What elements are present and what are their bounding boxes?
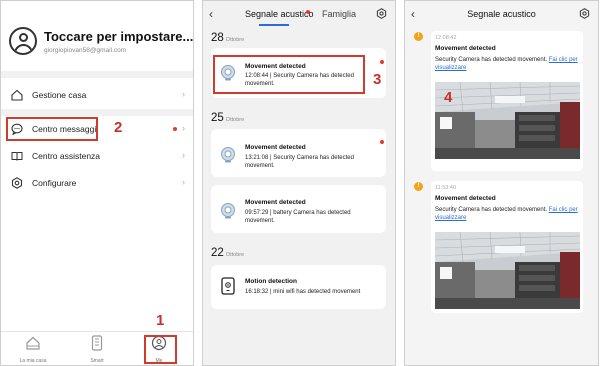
message-title: Movement detected bbox=[245, 199, 306, 206]
tab-segnale-acustico[interactable]: Segnale acustico bbox=[245, 9, 314, 19]
camera-snapshot[interactable] bbox=[435, 232, 580, 309]
chevron-right-icon: › bbox=[182, 123, 185, 133]
date-month: Ottobre bbox=[225, 252, 245, 258]
profile-header[interactable]: Toccare per impostare... giorgiopiovan58… bbox=[9, 27, 193, 55]
unread-dot bbox=[380, 60, 384, 64]
page-title: Segnale acustico bbox=[467, 9, 536, 19]
unread-dot bbox=[380, 140, 384, 144]
top-bar: ‹ Segnale acustico Famiglia bbox=[203, 1, 395, 27]
message-center-screen: ‹ Segnale acustico Famiglia 28 Ottobre Mo… bbox=[202, 0, 396, 366]
chevron-right-icon: › bbox=[182, 150, 185, 160]
notice-time: 12:08:42 bbox=[435, 35, 457, 41]
camera-icon bbox=[221, 203, 235, 219]
message-body: 09:57:29 | battery Camera has detected m… bbox=[245, 210, 351, 224]
book-icon bbox=[11, 152, 23, 161]
menu-item-centro-assistenza[interactable]: Centro assistenza › bbox=[1, 144, 193, 168]
notice-text: Security Camera has detected movement. bbox=[435, 57, 548, 63]
callout-number: 3 bbox=[373, 71, 382, 88]
back-arrow-icon[interactable]: ‹ bbox=[209, 7, 213, 21]
menu-item-gestione-casa[interactable]: Gestione casa › bbox=[1, 83, 193, 107]
highlight-box bbox=[213, 55, 365, 94]
date-heading: 25 Ottobre bbox=[211, 112, 244, 124]
avatar bbox=[9, 27, 37, 55]
message-body: 16:18:32 | mini wifi has detected moveme… bbox=[245, 289, 361, 295]
date-day: 28 bbox=[211, 32, 224, 44]
notice-title: Movement detected bbox=[435, 195, 496, 202]
date-day: 25 bbox=[211, 112, 224, 124]
camera-snapshot[interactable] bbox=[435, 82, 580, 159]
date-heading: 28 Ottobre bbox=[211, 32, 244, 44]
notice-text: Security Camera has detected movement. bbox=[435, 207, 548, 213]
callout-number: 4 bbox=[444, 89, 453, 106]
date-month: Ottobre bbox=[225, 117, 245, 123]
motion-sensor-icon bbox=[221, 277, 235, 295]
menu-label: Configurare bbox=[32, 178, 77, 188]
chevron-right-icon: › bbox=[182, 177, 185, 187]
divider bbox=[1, 71, 193, 78]
warning-icon: ! bbox=[414, 182, 423, 191]
highlight-box bbox=[6, 117, 98, 141]
house-icon bbox=[26, 336, 40, 350]
tab-la-mia-casa[interactable]: La mia casa bbox=[13, 335, 53, 364]
profile-name: Toccare per impostare... bbox=[44, 28, 194, 44]
settings-icon bbox=[11, 177, 23, 189]
message-card[interactable]: Motion detection 16:18:32 | mini wifi ha… bbox=[211, 265, 386, 309]
smart-icon bbox=[91, 335, 103, 351]
menu-label: Centro assistenza bbox=[32, 151, 101, 161]
snapshot-image bbox=[435, 82, 580, 159]
message-body: 13:21:08 | Security Camera has detected … bbox=[245, 155, 354, 169]
warning-icon: ! bbox=[414, 32, 423, 41]
camera-icon bbox=[221, 147, 235, 163]
notice-time: 11:53:40 bbox=[435, 185, 457, 191]
date-heading: 22 Ottobre bbox=[211, 247, 244, 259]
unread-dot bbox=[306, 10, 310, 14]
date-day: 22 bbox=[211, 247, 224, 259]
me-screen: Toccare per impostare... giorgiopiovan58… bbox=[0, 0, 194, 366]
chevron-right-icon: › bbox=[182, 89, 185, 99]
menu-label: Gestione casa bbox=[32, 90, 87, 100]
message-card[interactable]: Movement detected 09:57:29 | battery Cam… bbox=[211, 185, 386, 233]
message-title: Motion detection bbox=[245, 278, 297, 285]
alert-detail-screen: ‹ Segnale acustico ! 12:08:42 Movement d… bbox=[404, 0, 599, 366]
tab-famiglia[interactable]: Famiglia bbox=[322, 9, 356, 19]
tab-label: La mia casa bbox=[19, 358, 47, 364]
notice-card[interactable]: 12:08:42 Movement detected Security Came… bbox=[431, 31, 583, 171]
unread-dot bbox=[173, 127, 177, 131]
profile-email: giorgiopiovan58@gmail.com bbox=[44, 46, 127, 54]
home-icon bbox=[11, 89, 23, 101]
callout-number: 1 bbox=[156, 312, 165, 329]
active-tab-indicator bbox=[259, 24, 289, 26]
menu-item-configurare[interactable]: Configurare › bbox=[1, 171, 193, 195]
gear-icon[interactable] bbox=[376, 8, 387, 19]
highlight-box bbox=[144, 335, 177, 364]
tab-label: Smart bbox=[90, 358, 104, 364]
notice-card[interactable]: 11:53:40 Movement detected Security Came… bbox=[431, 181, 583, 313]
gear-icon[interactable] bbox=[579, 8, 590, 19]
date-month: Ottobre bbox=[225, 37, 245, 43]
notice-title: Movement detected bbox=[435, 45, 496, 52]
callout-number: 2 bbox=[114, 119, 123, 136]
snapshot-image bbox=[435, 232, 580, 309]
divider bbox=[1, 109, 193, 116]
tab-smart[interactable]: Smart bbox=[77, 335, 117, 364]
message-card[interactable]: Movement detected 13:21:08 | Security Ca… bbox=[211, 129, 386, 177]
message-title: Movement detected bbox=[245, 144, 306, 151]
notice-body: Security Camera has detected movement. F… bbox=[435, 207, 580, 222]
notice-body: Security Camera has detected movement. F… bbox=[435, 57, 580, 72]
